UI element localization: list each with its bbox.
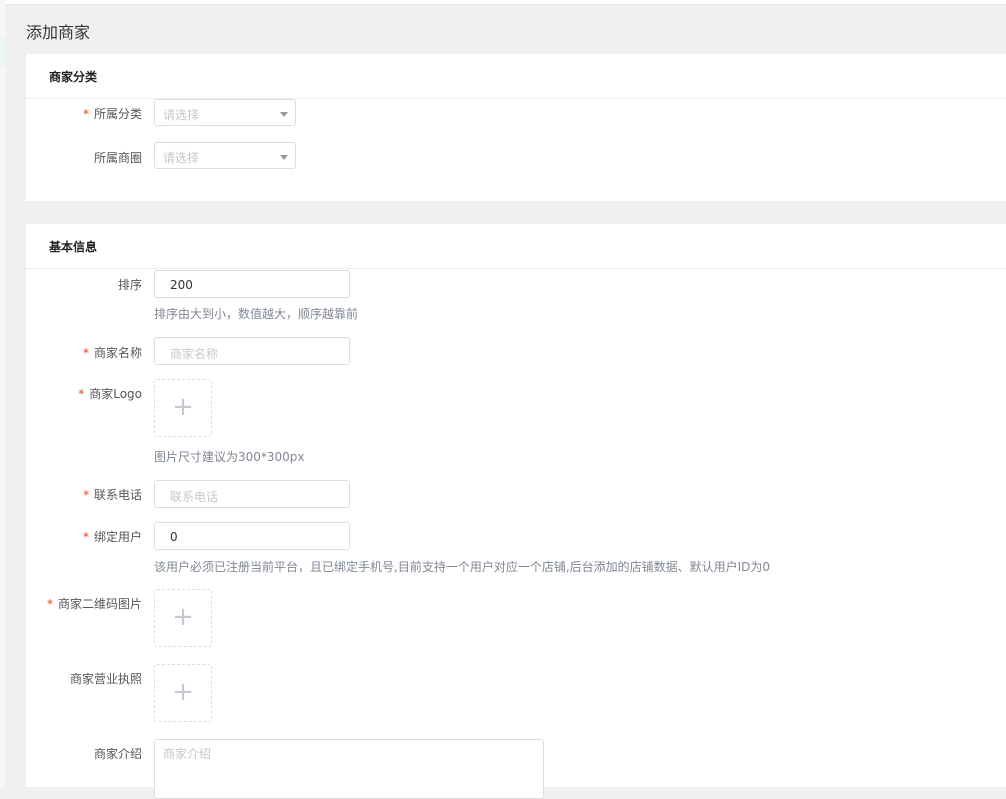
name-input[interactable]: 商家名称 <box>154 337 350 365</box>
bind-user-label: * 绑定用户 <box>82 530 142 544</box>
required-mark: * <box>82 346 89 360</box>
sort-input[interactable]: 200 <box>154 270 350 298</box>
select-placeholder: 请选择 <box>163 108 200 122</box>
plus-icon: + <box>172 392 194 422</box>
required-mark: * <box>82 488 89 502</box>
district-label: 所属商圈 <box>93 151 142 165</box>
side-menu-edge <box>0 0 5 787</box>
basic-info-card: 基本信息 排序 200 排序由大到小，数值越大，顺序越靠前 * 商家名称 商家名称… <box>26 224 1006 799</box>
intro-placeholder: 商家介绍 <box>163 747 212 761</box>
bind-user-input[interactable]: 0 <box>154 522 350 550</box>
logo-hint: 图片尺寸建议为300*300px <box>154 450 305 464</box>
side-menu-active-item[interactable] <box>0 38 5 66</box>
intro-label: 商家介绍 <box>93 747 142 761</box>
required-mark: * <box>46 597 53 611</box>
required-mark: * <box>82 107 89 121</box>
chevron-down-icon <box>280 112 288 117</box>
required-mark: * <box>82 530 89 544</box>
bind-user-hint: 该用户必须已注册当前平台，且已绑定手机号,目前支持一个用户对应一个店铺,后台添加… <box>154 560 771 574</box>
card-title: 基本信息 <box>49 240 98 254</box>
category-label: * 所属分类 <box>82 107 142 121</box>
qrcode-upload[interactable]: + <box>154 589 212 647</box>
card-header: 基本信息 <box>26 224 1006 269</box>
card-title: 商家分类 <box>49 70 98 84</box>
required-mark: * <box>78 387 85 401</box>
license-label: 商家营业执照 <box>69 672 142 686</box>
logo-label: * 商家Logo <box>78 387 142 401</box>
district-select[interactable]: 请选择 <box>154 142 296 169</box>
bind-user-value: 0 <box>170 530 178 544</box>
license-upload[interactable]: + <box>154 664 212 722</box>
sort-hint: 排序由大到小，数值越大，顺序越靠前 <box>154 307 359 321</box>
category-select[interactable]: 请选择 <box>154 99 296 126</box>
chevron-down-icon <box>280 155 288 160</box>
select-placeholder: 请选择 <box>163 151 200 165</box>
sort-label: 排序 <box>117 278 142 292</box>
plus-icon: + <box>172 677 194 707</box>
phone-label: * 联系电话 <box>82 488 142 502</box>
name-label: * 商家名称 <box>82 346 142 360</box>
plus-icon: + <box>172 602 194 632</box>
name-placeholder: 商家名称 <box>170 347 219 361</box>
intro-textarea[interactable]: 商家介绍 <box>154 739 544 799</box>
logo-upload[interactable]: + <box>154 379 212 437</box>
page-title: 添加商家 <box>26 23 91 42</box>
phone-placeholder: 联系电话 <box>170 490 219 504</box>
sort-value: 200 <box>170 278 193 292</box>
category-card: 商家分类 * 所属分类 请选择 所属商圈 请选择 <box>26 54 1006 201</box>
card-header: 商家分类 <box>26 54 1006 99</box>
phone-input[interactable]: 联系电话 <box>154 480 350 508</box>
qrcode-label: * 商家二维码图片 <box>46 597 142 611</box>
top-bar <box>5 0 1006 5</box>
